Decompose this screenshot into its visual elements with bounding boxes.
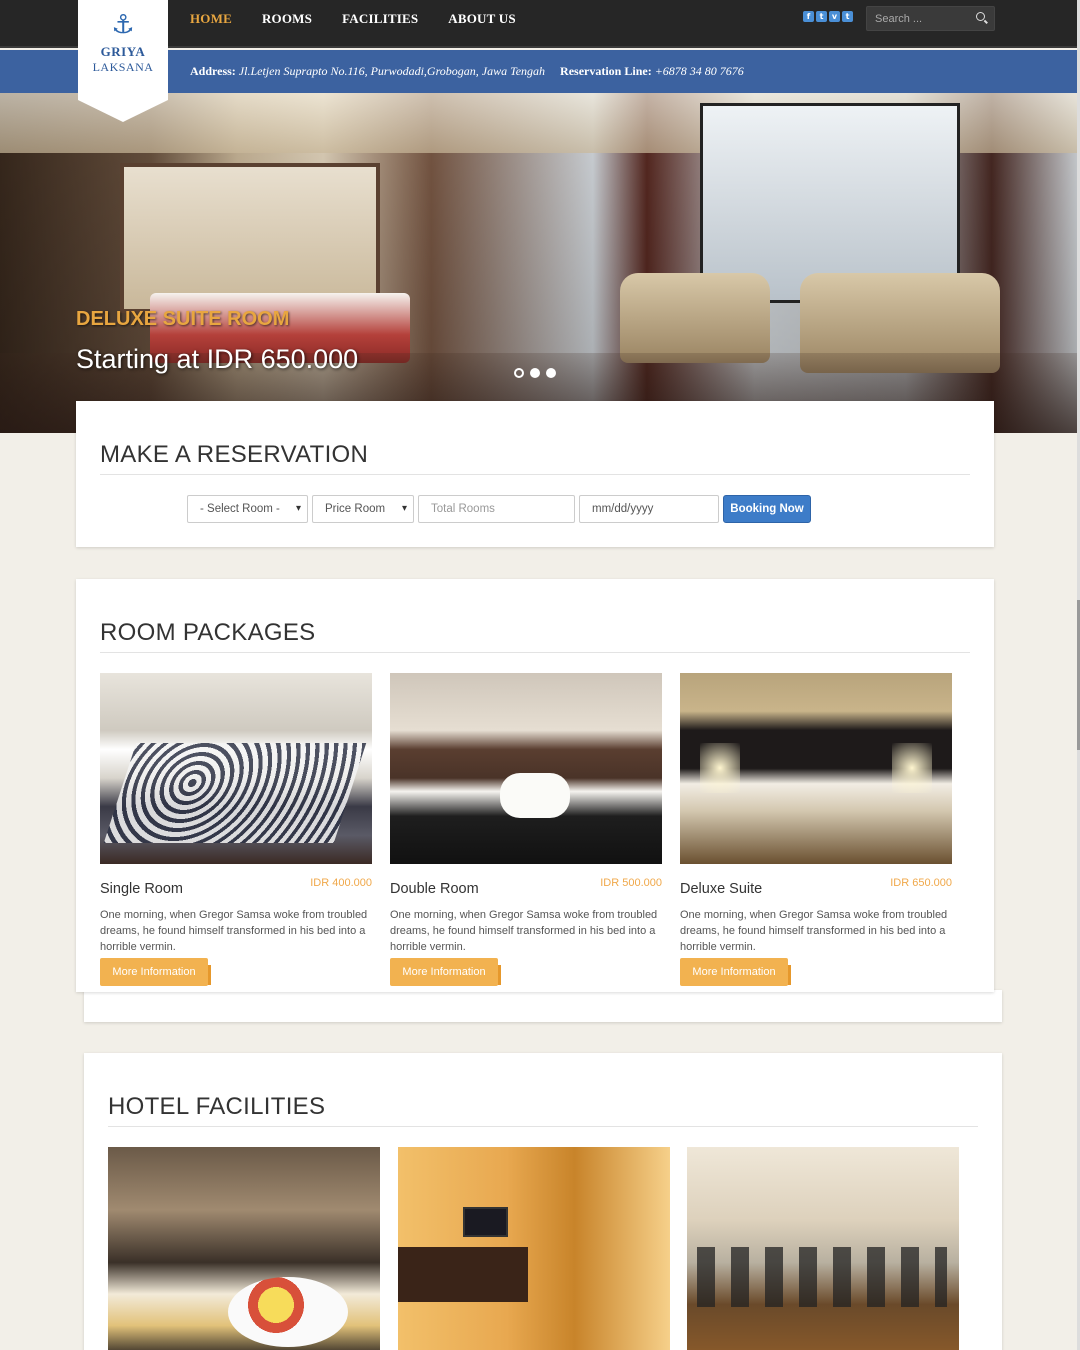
lamp-glow-left: [700, 743, 740, 793]
lamp-glow-right: [892, 743, 932, 793]
social-links: f t v t: [803, 11, 853, 22]
divider: [100, 652, 970, 653]
nav-facilities[interactable]: FACILITIES: [342, 11, 418, 27]
date-input[interactable]: mm/dd/yyyy: [579, 495, 719, 523]
room-price: IDR 400.000: [310, 877, 372, 889]
nav-about-us[interactable]: ABOUT US: [448, 11, 515, 27]
divider: [108, 1126, 978, 1127]
room-card-single: Single Room IDR 400.000 One morning, whe…: [100, 673, 372, 986]
facilities-title: HOTEL FACILITIES: [108, 1093, 326, 1120]
reservation-title: MAKE A RESERVATION: [100, 441, 369, 468]
hero-image-headboard: [120, 163, 380, 313]
main-nav: HOME ROOMS FACILITIES ABOUT US: [190, 11, 516, 27]
address-text: Jl.Letjen Suprapto No.116, Purwodadi,Gro…: [238, 64, 546, 78]
room-card-double: Double Room IDR 500.000 One morning, whe…: [390, 673, 662, 986]
room-name: Single Room: [100, 881, 184, 897]
room-description: One morning, when Gregor Samsa woke from…: [390, 909, 658, 953]
more-information-button[interactable]: More Information: [100, 958, 208, 986]
divider: [100, 474, 970, 475]
reservation-panel: MAKE A RESERVATION - Select Room - Price…: [76, 401, 994, 547]
fitness-center-image[interactable]: [687, 1147, 959, 1350]
booking-now-button[interactable]: Booking Now: [723, 495, 811, 523]
more-information-button[interactable]: More Information: [680, 958, 788, 986]
room-name: Double Room: [390, 881, 479, 897]
search-icon[interactable]: [976, 12, 985, 21]
room-description: One morning, when Gregor Samsa woke from…: [680, 909, 948, 953]
hero-caption-title: DELUXE SUITE ROOM: [76, 308, 290, 330]
room-price: IDR 500.000: [600, 877, 662, 889]
deluxe-suite-image[interactable]: [680, 673, 952, 864]
slider-dot-1[interactable]: [514, 368, 524, 378]
towels-decor: [500, 773, 570, 818]
search-box: [866, 6, 995, 31]
reservation-phone[interactable]: +6878 34 80 7676: [655, 64, 744, 78]
room-packages-panel: ROOM PACKAGES Single Room IDR 400.000 On…: [76, 579, 994, 992]
double-room-image[interactable]: [390, 673, 662, 864]
price-room-dropdown[interactable]: Price Room: [312, 495, 414, 523]
room-interior-image[interactable]: [398, 1147, 670, 1350]
hero-slider[interactable]: DELUXE SUITE ROOM Starting at IDR 650.00…: [0, 93, 1078, 433]
slider-dots: [514, 368, 556, 378]
hero-image-armchair: [620, 273, 770, 363]
room-card-deluxe: Deluxe Suite IDR 650.000 One morning, wh…: [680, 673, 952, 986]
logo-line2: LAKSANA: [92, 60, 154, 74]
nav-rooms[interactable]: ROOMS: [262, 11, 312, 27]
hero-caption-price: Starting at IDR 650.000: [76, 344, 359, 374]
hotel-facilities-panel: HOTEL FACILITIES: [84, 1053, 1002, 1350]
restaurant-image[interactable]: [108, 1147, 380, 1350]
facebook-icon[interactable]: f: [803, 11, 814, 22]
vimeo-icon[interactable]: v: [829, 11, 840, 22]
room-price: IDR 650.000: [890, 877, 952, 889]
tumblr-icon[interactable]: t: [842, 11, 853, 22]
tv-decor: [463, 1207, 508, 1237]
rooms-panel-backing: [84, 990, 1002, 1022]
desk-decor: [398, 1247, 528, 1302]
twitter-icon[interactable]: t: [816, 11, 827, 22]
slider-dot-3[interactable]: [546, 368, 556, 378]
select-room-dropdown[interactable]: - Select Room -: [187, 495, 308, 523]
anchor-icon: ⚓: [111, 10, 135, 40]
room-name: Deluxe Suite: [680, 881, 763, 897]
room-packages-title: ROOM PACKAGES: [100, 619, 316, 646]
quilt-pattern: [103, 743, 367, 843]
search-input[interactable]: [867, 7, 967, 30]
reservation-label: Reservation Line:: [560, 64, 652, 78]
site-logo[interactable]: ⚓ GRIYA LAKSANA: [78, 0, 168, 122]
gym-equipment: [697, 1247, 947, 1307]
logo-line1: GRIYA: [100, 44, 146, 59]
single-room-image[interactable]: [100, 673, 372, 864]
room-description: One morning, when Gregor Samsa woke from…: [100, 909, 368, 953]
address-label: Address:: [190, 64, 236, 78]
slider-dot-2[interactable]: [530, 368, 540, 378]
more-information-button[interactable]: More Information: [390, 958, 498, 986]
total-rooms-input[interactable]: Total Rooms: [418, 495, 575, 523]
nav-home[interactable]: HOME: [190, 11, 232, 27]
contact-info: Address: Jl.Letjen Suprapto No.116, Purw…: [190, 64, 744, 79]
breakfast-plate: [228, 1277, 348, 1347]
